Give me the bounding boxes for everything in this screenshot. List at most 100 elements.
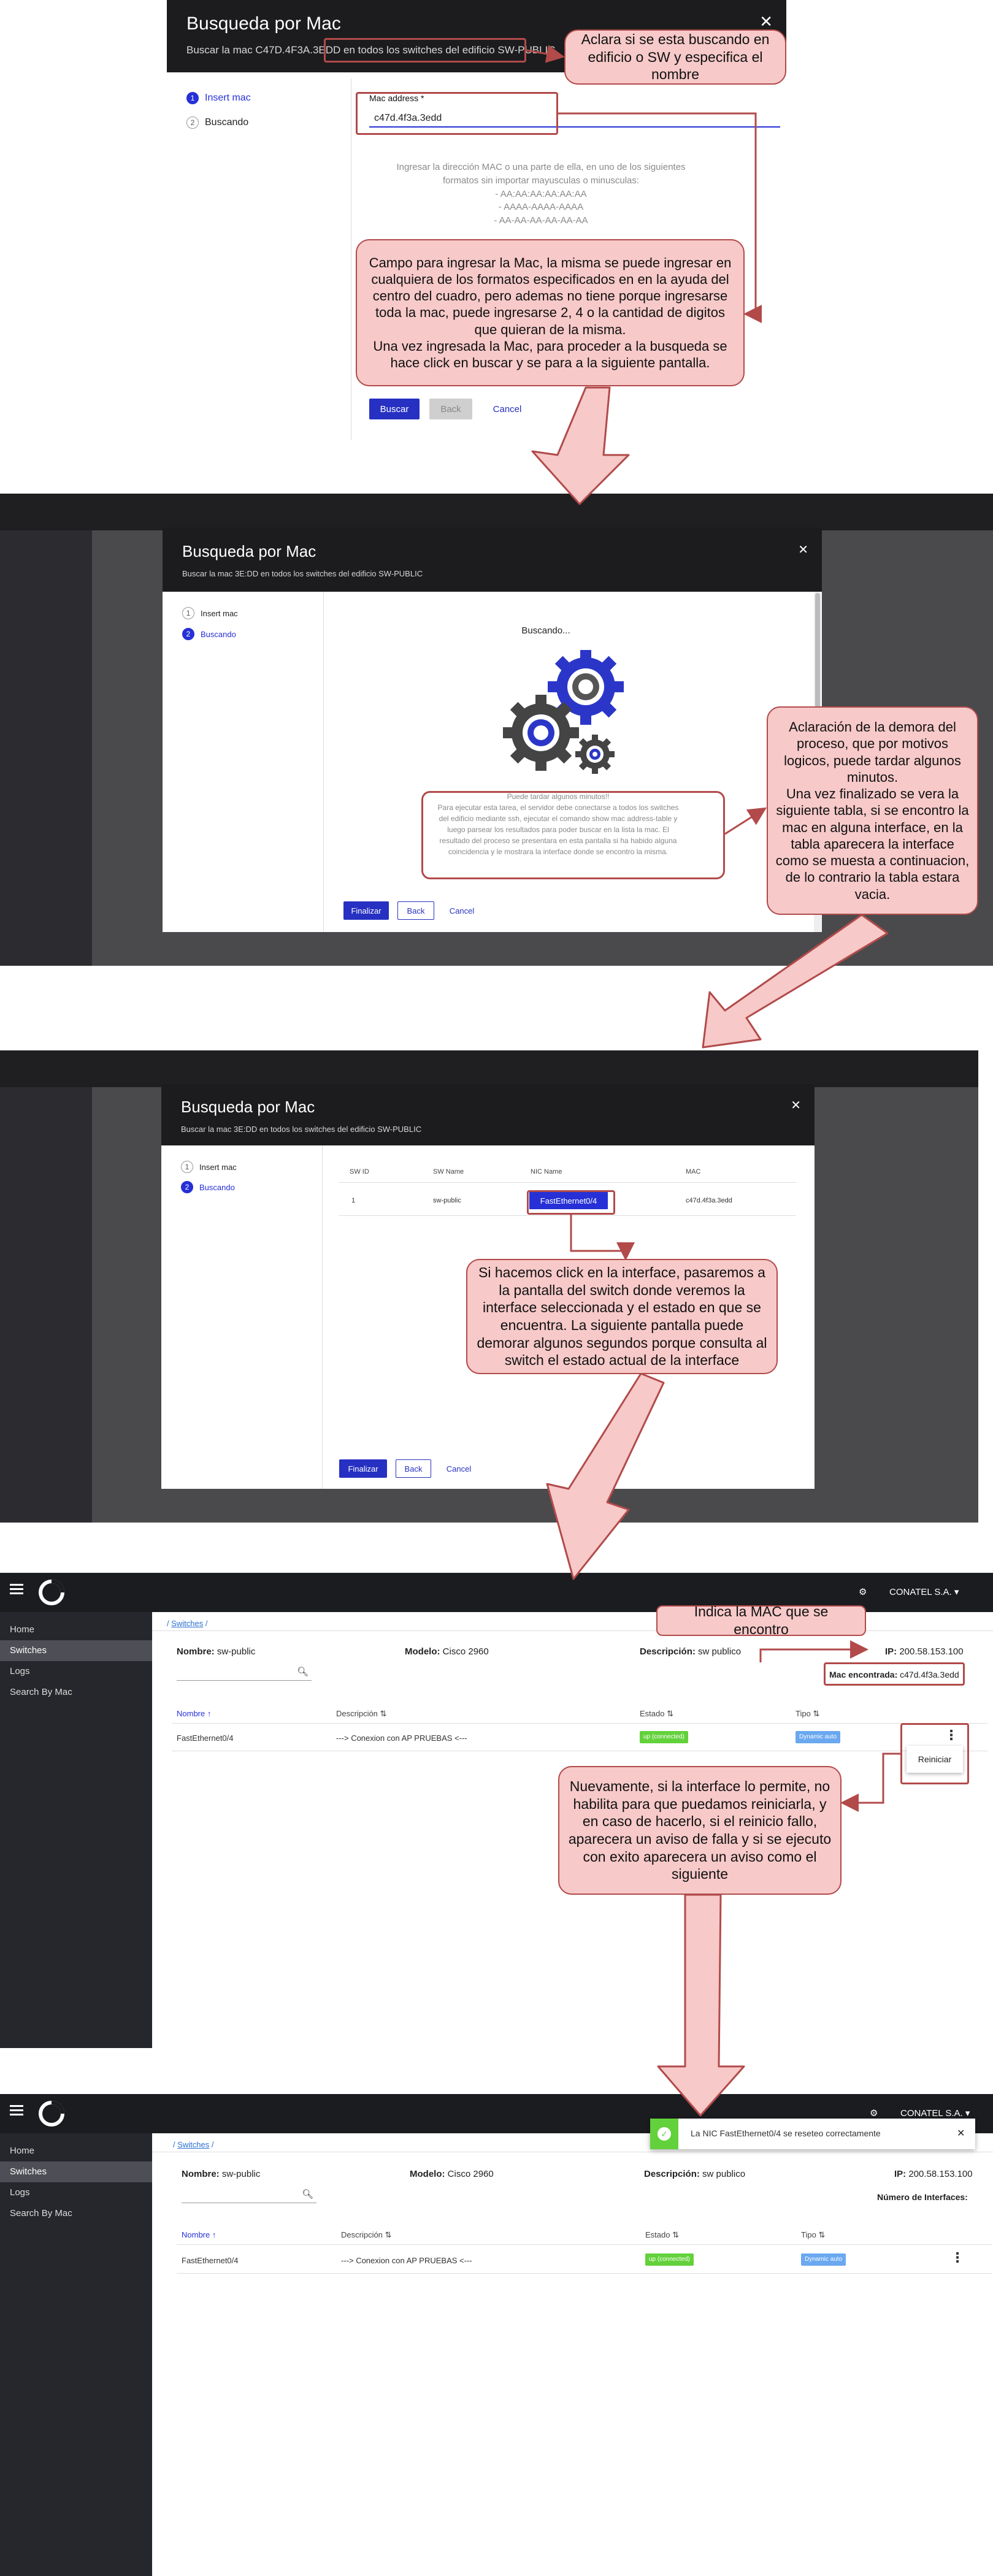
screen-switch-after-reset: ⚙ CONATEL S.A. ▾ ✓ La NIC FastEthernet0/… [0, 2094, 993, 2576]
breadcrumb-switches-link[interactable]: Switches [177, 2140, 209, 2149]
back-button[interactable]: Back [397, 901, 434, 920]
status-badge: up (connected) [645, 2253, 694, 2266]
success-toast: ✓ La NIC FastEthernet0/4 se reseteo corr… [650, 2119, 975, 2149]
callout-delay: Aclaración de la demora del proceso, que… [767, 706, 978, 915]
switch-name: Nombre: sw-public [177, 1646, 256, 1657]
highlight-info-text [421, 791, 725, 879]
close-icon[interactable]: ✕ [791, 1098, 801, 1113]
search-button[interactable]: Buscar [369, 399, 420, 419]
divider [323, 592, 324, 932]
switch-model: Modelo: Cisco 2960 [405, 1646, 489, 1657]
backdrop-topbar [0, 1050, 978, 1087]
switch-model: Modelo: Cisco 2960 [410, 2169, 494, 2179]
breadcrumb-switches-link[interactable]: Switches [171, 1619, 203, 1628]
menu-icon[interactable] [10, 2105, 23, 2116]
sidebar-item-switches[interactable]: Switches [0, 2161, 152, 2182]
col-nombre[interactable]: Nombre ↑ [182, 2230, 216, 2239]
col-tipo[interactable]: Tipo ⇅ [801, 2230, 825, 2240]
step-insert-mac[interactable]: 1 Insert mac [181, 1161, 237, 1173]
col-tipo[interactable]: Tipo ⇅ [796, 1709, 819, 1719]
logo-icon [39, 1580, 64, 1605]
backdrop-sidebar [0, 530, 92, 966]
cell-interface-name: FastEthernet0/4 [177, 1733, 234, 1743]
breadcrumb: / Switches / [167, 1619, 208, 1628]
gears-icon [503, 650, 624, 774]
cancel-button[interactable]: Cancel [443, 901, 480, 920]
menu-icon[interactable] [10, 1584, 23, 1595]
cancel-button[interactable]: Cancel [440, 1459, 477, 1478]
col-mac[interactable]: MAC [686, 1168, 700, 1175]
finish-button[interactable]: Finalizar [343, 901, 389, 920]
searching-status: Buscando... [521, 625, 570, 636]
type-badge: Dynamic auto [801, 2253, 846, 2266]
switch-ip: IP: 200.58.153.100 [894, 2169, 973, 2179]
highlight-restart-menu [900, 1723, 969, 1784]
cell-sw-id: 1 [351, 1197, 356, 1204]
col-nombre[interactable]: Nombre ↑ [177, 1709, 211, 1718]
back-button[interactable]: Back [429, 399, 472, 419]
search-input[interactable] [182, 2186, 316, 2203]
step-insert-mac[interactable]: 1 Insert mac [182, 607, 238, 619]
gear-icon[interactable]: ⚙ [870, 2108, 878, 2119]
divider [322, 1145, 323, 1489]
cancel-button[interactable]: Cancel [486, 399, 529, 419]
switch-name: Nombre: sw-public [182, 2169, 261, 2179]
dialog-header: Busqueda por Mac Buscar la mac 3E:DD en … [163, 527, 822, 592]
help-text: Ingresar la dirección MAC o una parte de… [396, 162, 686, 226]
highlight-subtitle-scope [324, 38, 526, 63]
gear-icon[interactable]: ⚙ [859, 1586, 867, 1597]
close-icon[interactable]: ✕ [759, 12, 773, 31]
callout-scope: Aclara si se esta buscando en edificio o… [564, 29, 786, 85]
col-estado[interactable]: Estado ⇅ [640, 1709, 673, 1719]
search-input[interactable] [177, 1664, 312, 1681]
close-icon[interactable]: ✕ [957, 2127, 965, 2139]
cell-sw-name: sw-public [433, 1197, 461, 1204]
highlight-mac-found [824, 1662, 965, 1686]
dialog-header: Busqueda por Mac Buscar la mac 3E:DD en … [161, 1084, 815, 1145]
search-icon[interactable]: 🔍︎ [302, 2188, 313, 2200]
toast-message: La NIC FastEthernet0/4 se reseteo correc… [691, 2128, 881, 2138]
sidebar-item-switches[interactable]: Switches [0, 1640, 152, 1661]
status-badge: up (connected) [640, 1731, 688, 1743]
col-sw-name[interactable]: SW Name [433, 1168, 464, 1175]
sidebar: Home Switches Logs Search By Mac [0, 2133, 152, 2576]
cell-mac: c47d.4f3a.3edd [686, 1197, 732, 1204]
sidebar-item-logs[interactable]: Logs [0, 2182, 152, 2203]
check-icon: ✓ [650, 2119, 678, 2149]
highlight-mac-field [356, 92, 558, 135]
step-buscando[interactable]: 2 Buscando [182, 628, 236, 640]
sidebar-item-home[interactable]: Home [0, 2141, 152, 2161]
callout-restart: Nuevamente, si la interface lo permite, … [558, 1766, 842, 1895]
sidebar-item-logs[interactable]: Logs [0, 1661, 152, 1682]
finish-button[interactable]: Finalizar [339, 1459, 387, 1478]
dialog-subtitle: Buscar la mac 3E:DD en todos los switche… [182, 569, 423, 578]
step-buscando[interactable]: 2 Buscando [181, 1181, 235, 1193]
col-descripcion[interactable]: Descripción ⇅ [336, 1709, 386, 1719]
callout-interface-link: Si hacemos click en la interface, pasare… [466, 1259, 778, 1374]
dialog-subtitle: Buscar la mac 3E:DD en todos los switche… [181, 1125, 422, 1134]
company-menu[interactable]: CONATEL S.A. ▾ [889, 1586, 959, 1597]
step-buscando[interactable]: 2 Buscando [186, 117, 248, 129]
col-descripcion[interactable]: Descripción ⇅ [341, 2230, 391, 2240]
logo-icon [39, 2101, 64, 2127]
col-sw-id[interactable]: SW ID [350, 1168, 369, 1175]
backdrop-topbar [0, 494, 993, 530]
sidebar-item-home[interactable]: Home [0, 1619, 152, 1640]
search-icon[interactable]: 🔍︎ [297, 1666, 309, 1677]
sidebar-item-search-by-mac[interactable]: Search By Mac [0, 2203, 152, 2224]
type-badge: Dynamic auto [796, 1731, 841, 1743]
sidebar-item-search-by-mac[interactable]: Search By Mac [0, 1682, 152, 1703]
callout-mac-found: Indica la MAC que se encontro [656, 1603, 866, 1637]
dialog-title: Busqueda por Mac [181, 1098, 315, 1116]
col-estado[interactable]: Estado ⇅ [645, 2230, 679, 2240]
back-button[interactable]: Back [396, 1459, 431, 1478]
company-menu[interactable]: CONATEL S.A. ▾ [900, 2108, 970, 2119]
backdrop-sidebar [0, 1087, 92, 1523]
col-nic-name[interactable]: NIC Name [531, 1168, 562, 1175]
screen-switch-detail: ⚙ CONATEL S.A. ▾ Home Switches Logs Sear… [0, 1573, 993, 2048]
step-insert-mac[interactable]: 1 Insert mac [186, 92, 251, 104]
close-icon[interactable]: ✕ [798, 542, 808, 557]
row-options-icon[interactable]: ⋮ [951, 2250, 964, 2266]
sidebar: Home Switches Logs Search By Mac [0, 1612, 152, 2048]
switch-description: Descripción: sw publico [640, 1646, 742, 1657]
